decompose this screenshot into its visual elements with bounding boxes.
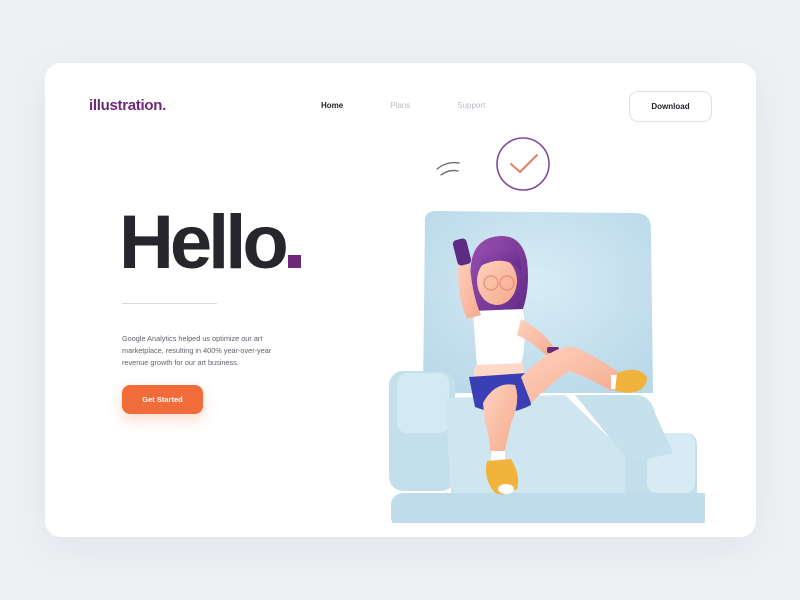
hero-title: Hello bbox=[119, 205, 301, 281]
phone-signal-icon bbox=[436, 161, 460, 176]
hero-divider bbox=[122, 303, 217, 304]
main-nav: Home Plans Support bbox=[321, 101, 485, 110]
hero-illustration bbox=[389, 137, 705, 523]
brand-logo[interactable]: illustration. bbox=[89, 97, 166, 114]
checkmark-circle-icon bbox=[496, 137, 550, 191]
nav-item-home[interactable]: Home bbox=[321, 101, 343, 110]
hero-description: Google Analytics helped us optimize our … bbox=[122, 334, 272, 367]
download-button[interactable]: Download bbox=[629, 91, 712, 122]
nav-item-support[interactable]: Support bbox=[457, 101, 485, 110]
get-started-button[interactable]: Get Started bbox=[122, 385, 203, 414]
landing-card: illustration. Home Plans Support Downloa… bbox=[45, 63, 756, 537]
nav-item-plans[interactable]: Plans bbox=[390, 101, 410, 110]
hero-title-text: Hello bbox=[119, 200, 289, 285]
hero-title-dot bbox=[287, 255, 301, 268]
